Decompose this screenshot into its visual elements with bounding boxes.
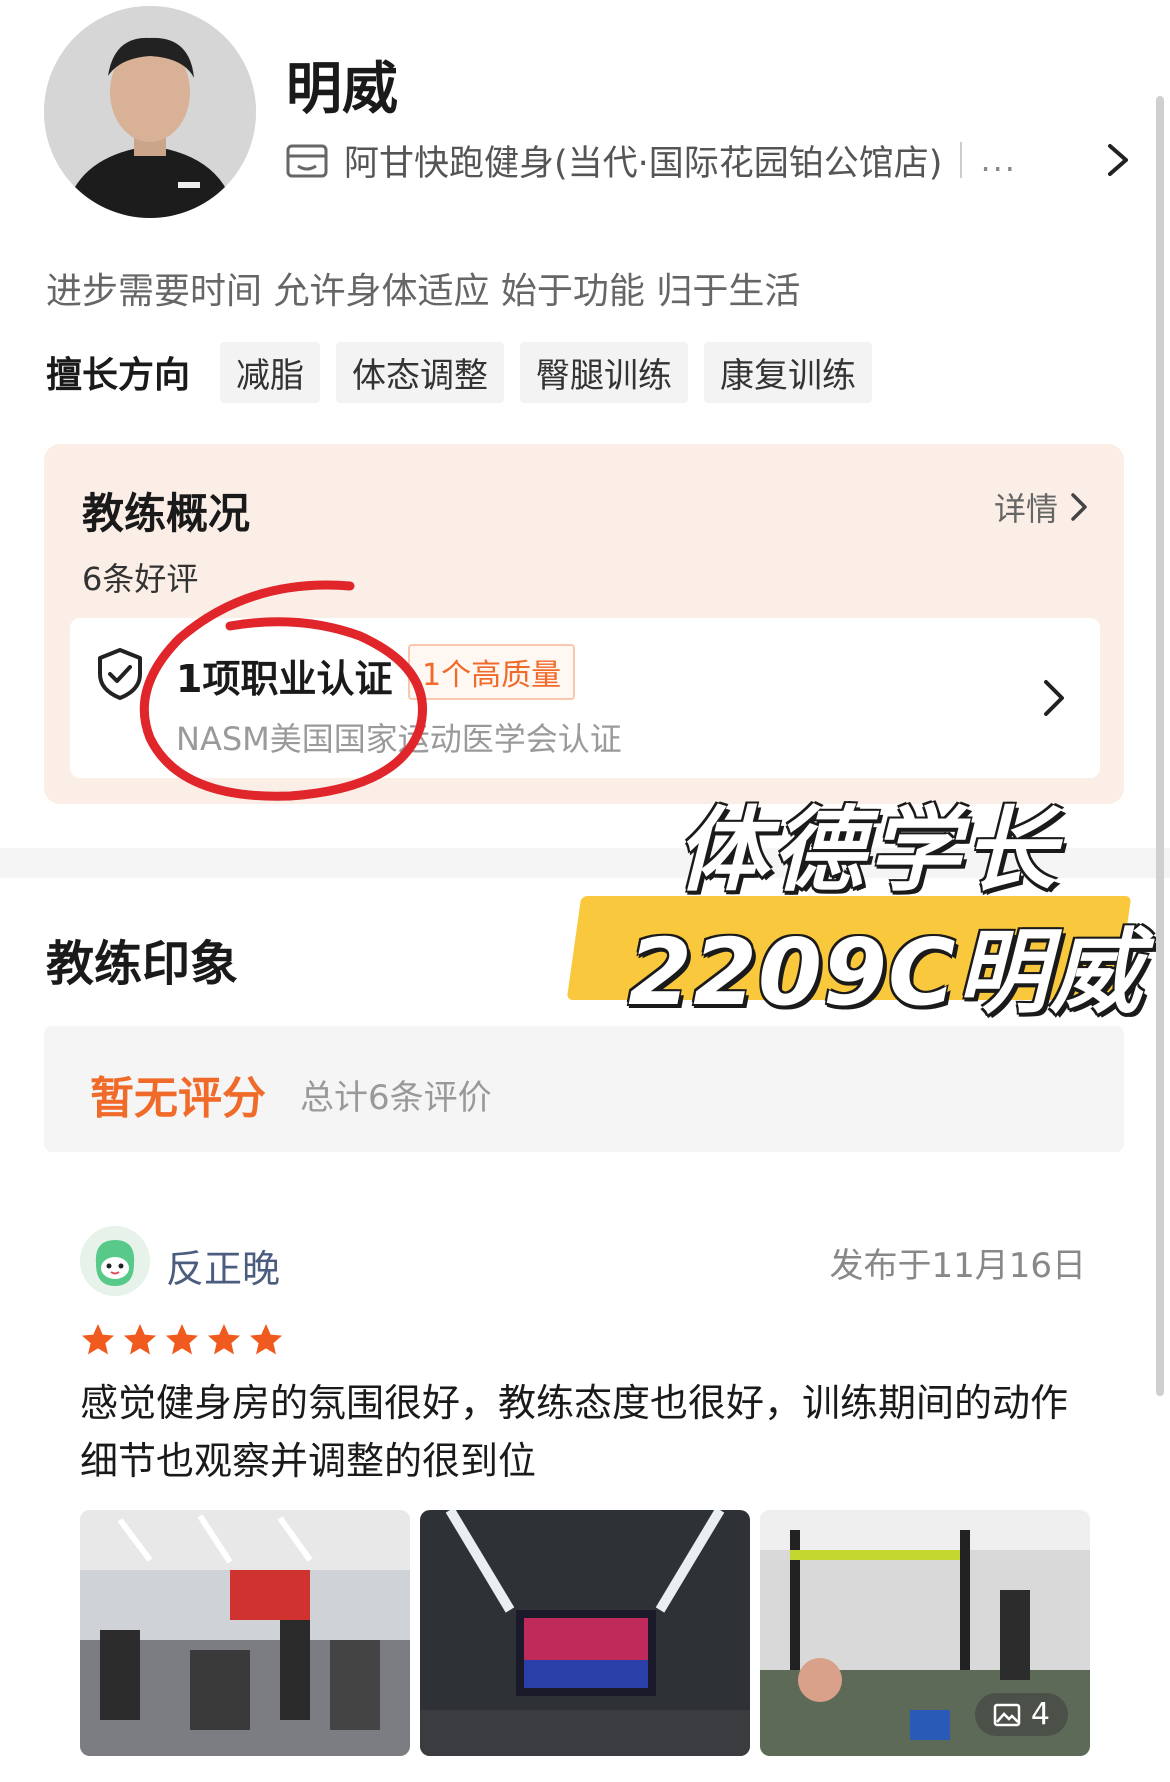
store-more: ... xyxy=(980,141,1017,179)
review-photo[interactable] xyxy=(420,1510,750,1756)
review-text: 感觉健身房的氛围很好，教练态度也很好，训练期间的动作细节也观察并调整的很到位 xyxy=(80,1381,1069,1483)
detail-label: 详情 xyxy=(993,490,1058,528)
star-icon xyxy=(124,1324,156,1355)
rating-summary: 暂无评分 总计6条评价 xyxy=(44,1026,1124,1152)
coach-profile-header: 明威 阿甘快跑健身(当代·国际花园铂公馆店) ... xyxy=(0,0,1170,230)
quality-badge: 1个高质量 xyxy=(408,644,576,700)
rating-total: 总计6条评价 xyxy=(300,1078,492,1118)
star-rating xyxy=(80,1322,290,1358)
star-icon xyxy=(166,1324,198,1355)
star-icon xyxy=(250,1324,282,1355)
scrollbar[interactable] xyxy=(1156,96,1164,1396)
photo-count-badge[interactable]: 4 xyxy=(974,1693,1068,1736)
review-photo[interactable] xyxy=(80,1510,410,1756)
positive-review-count: 6条好评 xyxy=(82,560,199,598)
review-photo[interactable]: 4 xyxy=(760,1510,1090,1756)
certification-description: NASM美国国家运动医学会认证 xyxy=(176,720,622,758)
store-icon xyxy=(286,144,328,178)
coach-motto: 进步需要时间 允许身体适应 始于功能 归于生活 xyxy=(46,271,801,312)
coach-avatar[interactable] xyxy=(44,6,256,218)
watermark-line-2: 2209C明威 xyxy=(628,919,1143,1026)
skill-tag: 康复训练 xyxy=(704,341,873,403)
reviewer-name[interactable]: 反正晚 xyxy=(166,1238,280,1293)
store-link[interactable]: 阿甘快跑健身(当代·国际花园铂公馆店) ... xyxy=(286,132,1146,188)
coach-name: 明威 xyxy=(286,57,398,122)
skills-label: 擅长方向 xyxy=(46,355,191,396)
certification-title: 1项职业认证 xyxy=(176,657,393,701)
review-date: 发布于11月16日 xyxy=(829,1246,1086,1286)
overview-title: 教练概况 xyxy=(82,489,251,538)
star-icon xyxy=(208,1324,240,1355)
chevron-right-icon[interactable] xyxy=(1098,140,1138,180)
certification-item[interactable]: 1项职业认证 1个高质量 NASM美国国家运动医学会认证 xyxy=(70,618,1100,778)
photo-count: 4 xyxy=(1030,1697,1050,1732)
store-separator xyxy=(960,142,963,178)
chevron-right-icon xyxy=(1071,493,1087,521)
impression-title: 教练印象 xyxy=(46,936,239,992)
image-icon xyxy=(993,1703,1021,1726)
reviewer-avatar[interactable] xyxy=(80,1226,150,1296)
overview-detail-link[interactable]: 详情 xyxy=(994,484,1090,530)
chevron-right-icon xyxy=(1044,680,1064,716)
skill-tag: 臀腿训练 xyxy=(520,341,689,403)
skill-tag: 体态调整 xyxy=(336,341,505,403)
star-icon xyxy=(82,1324,114,1355)
watermark-line-1: 体德学长 xyxy=(676,797,1061,904)
coach-overview-card: 教练概况 详情 6条好评 1项职业认证 1个高质量 NASM美国国家运动医学会认… xyxy=(44,444,1124,804)
skill-tag: 减脂 xyxy=(220,341,321,403)
shield-check-icon xyxy=(98,648,142,700)
store-name: 阿甘快跑健身(当代·国际花园铂公馆店) xyxy=(344,143,943,184)
skills-row: 擅长方向 减脂 体态调整 臀腿训练 康复训练 xyxy=(46,341,888,403)
review-photos: 4 xyxy=(80,1510,1090,1756)
rating-status: 暂无评分 xyxy=(90,1073,266,1124)
